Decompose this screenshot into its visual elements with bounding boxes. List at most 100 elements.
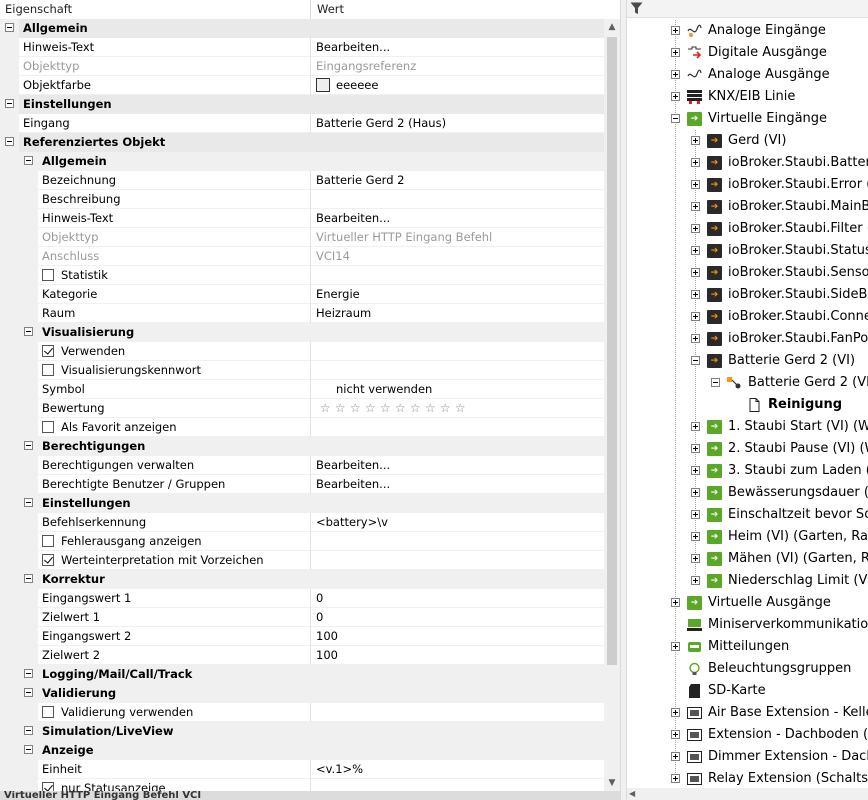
property-value-cell[interactable]: Energie	[310, 285, 604, 304]
scroll-thumb[interactable]	[607, 37, 617, 665]
expand-icon[interactable]	[671, 92, 680, 101]
property-value-cell[interactable]: <battery>\v	[310, 513, 604, 532]
expand-icon[interactable]	[671, 48, 680, 57]
property-value-cell[interactable]: 0	[310, 589, 604, 608]
property-row[interactable]: Anschluss VCI14	[0, 247, 604, 266]
checkbox[interactable]	[42, 364, 54, 376]
expand-icon[interactable]	[691, 268, 700, 277]
property-row[interactable]: Objekttyp Eingangsreferenz	[0, 57, 604, 76]
collapse-icon[interactable]	[24, 726, 33, 735]
category-row[interactable]: Validierung	[0, 684, 604, 703]
tree-item[interactable]: Beleuchtungsgruppen	[627, 658, 868, 680]
scroll-down-icon[interactable]: ▼	[604, 775, 620, 791]
property-value-cell[interactable]: Batterie Gerd 2 (Haus)	[310, 114, 604, 133]
property-value-cell[interactable]: Bearbeiten...	[310, 209, 604, 228]
tree-item[interactable]: Dimmer Extension - Dachb	[627, 746, 868, 768]
tree-item[interactable]: Miniserverkommunikation	[627, 614, 868, 636]
tree-item[interactable]: KNX/EIB Linie	[627, 86, 868, 108]
tree-item[interactable]: ➔ Batterie Gerd 2 (VI)	[627, 350, 868, 372]
color-swatch[interactable]	[316, 78, 330, 92]
star-icon[interactable]: ☆	[363, 399, 378, 418]
expand-icon[interactable]	[671, 598, 680, 607]
tree-item[interactable]: ➔ ioBroker.Staubi.Status (	[627, 240, 868, 262]
tree-item[interactable]: Relay Extension (Schaltschr	[627, 768, 868, 790]
property-value-cell[interactable]	[310, 342, 604, 361]
expand-icon[interactable]	[691, 158, 700, 167]
property-row[interactable]: Einheit <v.1>%	[0, 760, 604, 779]
category-row[interactable]: Einstellungen	[0, 494, 604, 513]
property-row[interactable]: Objektfarbe eeeeee	[0, 76, 604, 95]
property-value-cell[interactable]	[310, 703, 604, 722]
property-value-cell[interactable]	[310, 779, 604, 791]
property-value-cell[interactable]: eeeeee	[310, 76, 604, 95]
tree-item[interactable]: Analoge Ausgänge	[627, 64, 868, 86]
star-icon[interactable]: ☆	[423, 399, 438, 418]
tree-item[interactable]: Digitale Ausgänge	[627, 42, 868, 64]
property-row[interactable]: Eingangswert 2 100	[0, 627, 604, 646]
filter-icon[interactable]	[630, 2, 643, 15]
checkbox[interactable]	[42, 535, 54, 547]
star-icon[interactable]: ☆	[378, 399, 393, 418]
expand-icon[interactable]	[691, 334, 700, 343]
expand-icon[interactable]	[671, 730, 680, 739]
property-row[interactable]: nur Statusanzeige	[0, 779, 604, 791]
expand-icon[interactable]	[691, 224, 700, 233]
checkbox[interactable]	[42, 706, 54, 718]
category-row[interactable]: Allgemein	[0, 19, 604, 38]
expand-icon[interactable]	[671, 708, 680, 717]
collapse-icon[interactable]	[24, 156, 33, 165]
property-row[interactable]: Objekttyp Virtueller HTTP Eingang Befehl	[0, 228, 604, 247]
property-row[interactable]: Validierung verwenden	[0, 703, 604, 722]
tree-item[interactable]: Analoge Eingänge	[627, 20, 868, 42]
expand-icon[interactable]	[691, 488, 700, 497]
checkbox[interactable]	[42, 554, 54, 566]
property-value-cell[interactable]: Bearbeiten...	[310, 475, 604, 494]
property-value-cell[interactable]: Virtueller HTTP Eingang Befehl	[310, 228, 604, 247]
property-row[interactable]: Befehlserkennung <battery>\v	[0, 513, 604, 532]
property-row[interactable]: Verwenden	[0, 342, 604, 361]
property-row[interactable]: Eingang Batterie Gerd 2 (Haus)	[0, 114, 604, 133]
property-row[interactable]: Symbol nicht verwenden	[0, 380, 604, 399]
tree-item[interactable]: ➔ ioBroker.Staubi.Filter (V	[627, 218, 868, 240]
tree-item[interactable]: SD-Karte	[627, 680, 868, 702]
expand-icon[interactable]	[691, 444, 700, 453]
collapse-icon[interactable]	[24, 441, 33, 450]
expand-icon[interactable]	[691, 510, 700, 519]
property-row[interactable]: Zielwert 2 100	[0, 646, 604, 665]
expand-icon[interactable]	[671, 752, 680, 761]
property-row[interactable]: Hinweis-Text Bearbeiten...	[0, 209, 604, 228]
expand-icon[interactable]	[691, 312, 700, 321]
property-value-cell[interactable]	[310, 418, 604, 437]
checkbox[interactable]	[42, 782, 54, 791]
panel-splitter[interactable]	[620, 0, 627, 800]
tree-item[interactable]: ➔ Niederschlag Limit (VI)	[627, 570, 868, 592]
collapse-icon[interactable]	[24, 498, 33, 507]
star-icon[interactable]: ☆	[453, 399, 468, 418]
category-row[interactable]: Einstellungen	[0, 95, 604, 114]
property-value-cell[interactable]: Bearbeiten...	[310, 456, 604, 475]
property-row[interactable]: Beschreibung	[0, 190, 604, 209]
category-row[interactable]: Korrektur	[0, 570, 604, 589]
property-value-cell[interactable]: nicht verwenden	[310, 380, 604, 399]
property-value-cell[interactable]	[310, 190, 604, 209]
collapse-icon[interactable]	[5, 137, 14, 146]
property-value-cell[interactable]: VCI14	[310, 247, 604, 266]
collapse-icon[interactable]	[671, 114, 680, 123]
property-row[interactable]: Berechtigte Benutzer / Gruppen Bearbeiten…	[0, 475, 604, 494]
expand-icon[interactable]	[691, 422, 700, 431]
property-row[interactable]: Bezeichnung Batterie Gerd 2	[0, 171, 604, 190]
property-value-cell[interactable]: <v.1>%	[310, 760, 604, 779]
tree-item[interactable]: Mitteilungen	[627, 636, 868, 658]
expand-icon[interactable]	[691, 554, 700, 563]
property-row[interactable]: Visualisierungskennwort	[0, 361, 604, 380]
property-value-cell[interactable]	[310, 532, 604, 551]
property-row[interactable]: Fehlerausgang anzeigen	[0, 532, 604, 551]
collapse-icon[interactable]	[711, 378, 720, 387]
property-value-cell[interactable]: Bearbeiten...	[310, 38, 604, 57]
column-header-property[interactable]: Eigenschaft	[0, 0, 72, 19]
tree-item[interactable]: ➔ Virtuelle Ausgänge	[627, 592, 868, 614]
category-row[interactable]: Allgemein	[0, 152, 604, 171]
expand-icon[interactable]	[691, 290, 700, 299]
expand-icon[interactable]	[671, 642, 680, 651]
star-icon[interactable]: ☆	[408, 399, 423, 418]
